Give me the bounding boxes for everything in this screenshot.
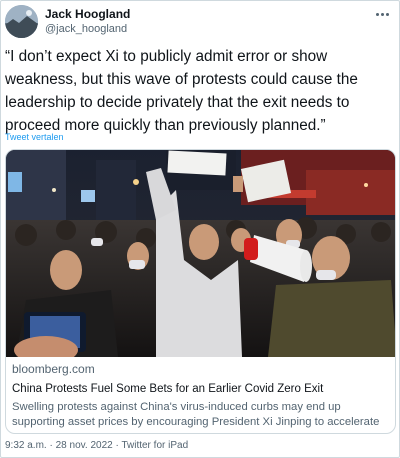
tweet-footer: 9:32 a.m. · 28 nov. 2022 · Twitter for i… xyxy=(5,440,188,451)
tweet-time[interactable]: 9:32 a.m. xyxy=(5,440,47,451)
more-options-icon[interactable] xyxy=(375,7,391,23)
avatar[interactable] xyxy=(5,5,38,38)
display-name[interactable]: Jack Hoogland xyxy=(45,7,130,22)
avatar-image xyxy=(5,5,38,38)
card-meta: bloomberg.com China Protests Fuel Some B… xyxy=(12,362,392,430)
user-names: Jack Hoogland @jack_hoogland xyxy=(45,7,130,36)
footer-separator: · xyxy=(49,440,53,451)
translate-link[interactable]: Tweet vertalen xyxy=(5,132,64,142)
tweet-date[interactable]: 28 nov. 2022 xyxy=(56,440,113,451)
tweet-text: “I don’t expect Xi to publicly admit err… xyxy=(5,48,358,134)
tweet-source: Twitter for iPad xyxy=(121,440,189,451)
tweet-header: Jack Hoogland @jack_hoogland xyxy=(5,5,395,41)
footer-separator: · xyxy=(115,440,119,451)
user-handle[interactable]: @jack_hoogland xyxy=(45,22,130,36)
protest-photo xyxy=(6,150,395,357)
tweet-card[interactable]: Jack Hoogland @jack_hoogland “I don’t ex… xyxy=(0,0,400,458)
card-title[interactable]: China Protests Fuel Some Bets for an Ear… xyxy=(12,381,392,397)
link-card[interactable]: bloomberg.com China Protests Fuel Some B… xyxy=(5,149,396,434)
card-description: Swelling protests against China's virus-… xyxy=(12,401,380,428)
card-domain: bloomberg.com xyxy=(12,362,95,376)
